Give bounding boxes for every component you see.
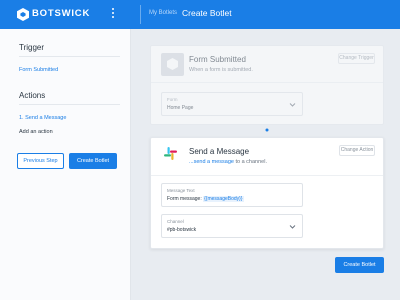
message-prefix: Form message: xyxy=(167,196,204,202)
chevron-down-icon[interactable] xyxy=(289,101,296,108)
connector-dot-icon xyxy=(265,128,269,132)
trigger-subtitle: When a form is submitted. xyxy=(189,67,253,73)
form-field-label: Form xyxy=(167,97,178,102)
sidebar-create-botlet-button[interactable]: Create Botlet xyxy=(69,153,117,169)
form-field-value: Home Page xyxy=(167,105,194,111)
send-message-link[interactable]: ...send a message xyxy=(189,159,234,165)
top-bar: BOTSWICK My Botlets Create Botlet xyxy=(0,0,400,29)
breadcrumb-my-botlets[interactable]: My Botlets xyxy=(149,10,177,16)
change-action-button[interactable]: Change Action xyxy=(339,145,375,156)
change-trigger-button[interactable]: Change Trigger xyxy=(338,53,375,64)
trigger-heading: Trigger xyxy=(19,43,45,52)
message-text-value: Form message: {{messageBody}} xyxy=(167,196,244,202)
chevron-down-icon[interactable] xyxy=(289,223,296,230)
brand-name: BOTSWICK xyxy=(32,8,91,19)
channel-label: Channel xyxy=(167,219,184,224)
trigger-card[interactable]: Form Submitted When a form is submitted.… xyxy=(150,45,384,125)
more-menu-icon[interactable] xyxy=(111,8,115,21)
action-title: Send a Message xyxy=(189,147,250,156)
previous-step-button[interactable]: Previous Step xyxy=(17,153,64,169)
message-body-token[interactable]: {{messageBody}} xyxy=(203,196,244,202)
message-text-label: Message Text xyxy=(167,188,195,193)
trigger-icon-box xyxy=(161,53,184,76)
action-subtitle-text: to a channel. xyxy=(233,159,267,165)
sidebar-item-form-submitted[interactable]: Form Submitted xyxy=(19,67,58,73)
action-card[interactable]: Send a Message ...send a message to a ch… xyxy=(150,137,384,249)
trigger-title: Form Submitted xyxy=(189,55,246,64)
sidebar-divider xyxy=(19,104,120,105)
sidebar-item-send-a-message[interactable]: 1. Send a Message xyxy=(19,115,66,121)
action-subtitle: ...send a message to a channel. xyxy=(189,159,267,165)
sidebar: Trigger Form Submitted Actions 1. Send a… xyxy=(0,29,131,300)
sidebar-divider xyxy=(19,56,120,57)
form-select[interactable]: Form Home Page xyxy=(161,92,303,116)
page-title: Create Botlet xyxy=(182,8,232,18)
message-text-field[interactable]: Message Text Form message: {{messageBody… xyxy=(161,183,303,207)
hexagon-icon xyxy=(167,58,178,70)
botswick-logo-icon xyxy=(17,8,29,21)
action-card-header: Send a Message ...send a message to a ch… xyxy=(151,138,383,176)
actions-heading: Actions xyxy=(19,91,46,100)
create-botlet-button[interactable]: Create Botlet xyxy=(335,257,384,273)
slack-icon xyxy=(164,147,177,160)
topbar-divider xyxy=(140,5,141,24)
trigger-card-header: Form Submitted When a form is submitted.… xyxy=(151,46,383,83)
channel-select[interactable]: Channel #pb-botswick xyxy=(161,214,303,238)
add-action-link[interactable]: Add an action xyxy=(19,129,53,135)
channel-value: #pb-botswick xyxy=(167,227,197,233)
